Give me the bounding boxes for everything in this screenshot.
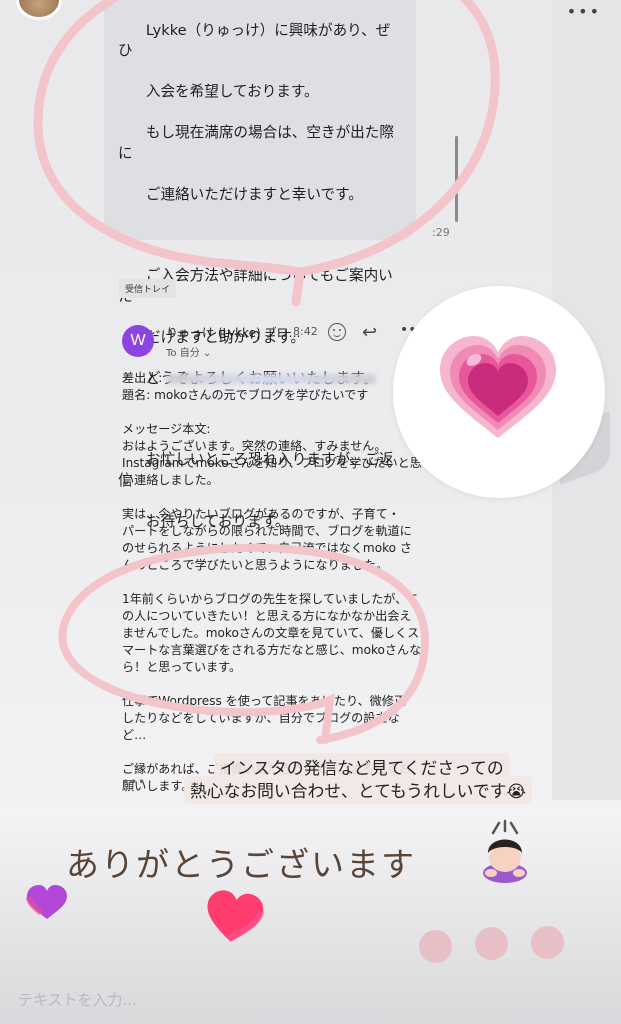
decor-dot — [419, 930, 452, 963]
message-input[interactable] — [18, 988, 578, 1012]
body-line: マートな言葉選びをされる方だなと感じ、mokoさんな — [122, 643, 422, 657]
recipient-toggle[interactable]: To 自分 ⌄ — [166, 344, 211, 359]
body-label: メッセージ本文: — [122, 422, 211, 436]
decor-dot — [531, 926, 564, 959]
bowing-person-icon — [483, 819, 527, 883]
bubble-paragraph-1: Lykke（りゅっけ）に興味があり、ぜひ 入会を希望しております。 もし現在満席… — [118, 21, 394, 203]
body-line: んのところで学びたいと思うようになりました。 — [122, 558, 389, 572]
body-line: ど… — [122, 728, 147, 742]
body-line: 仕事でWordpress を使って記事をあげたり、微修正 — [122, 694, 406, 708]
body-line: の人についていきたい！と思える方になかなか出会え — [122, 609, 412, 623]
scroll-indicator — [455, 136, 458, 222]
caption-line-2: 熱心なお問い合わせ、とてもうれしいです😭 — [184, 776, 533, 804]
heart-sticker[interactable] — [393, 286, 605, 498]
body-line: ませんでした。mokoさんの文章を見ていて、優しくス — [122, 626, 420, 640]
quoted-message-bubble: Lykke（りゅっけ）に興味があり、ぜひ 入会を希望しております。 もし現在満席… — [104, 0, 416, 530]
sender-name: りゅっけ (Lykke) ブロ… — [166, 326, 301, 340]
reply-icon[interactable]: ↩ — [362, 322, 377, 343]
body-line: パートをしながらの限られた時間で、ブログを軌道に — [122, 524, 412, 538]
heart-icon — [26, 885, 67, 919]
heart-icon — [207, 890, 265, 943]
body-line: Instagramでmokoさんを知り、ブログを学びたいと思 — [122, 456, 422, 470]
body-line: い連絡しました。 — [122, 473, 219, 487]
body-line: 実は、今やりたいブログがあるのですが、子育て・ — [122, 507, 400, 521]
from-line: 差出人: — [122, 370, 422, 387]
body-line: したりなどをしていますが、自分でブログの設立な — [122, 711, 400, 725]
thanks-text: ありがとうございます — [66, 845, 416, 884]
body-line: おはようございます。突然の連絡、すみません。 — [122, 439, 387, 453]
body-line: ら！と思っています。 — [122, 660, 242, 674]
redacted-sender — [166, 373, 377, 384]
story-canvas: ••• Lykke（りゅっけ）に興味があり、ぜひ 入会を希望しております。 もし… — [0, 0, 621, 1024]
mail-time: 8:42 — [293, 325, 318, 338]
subject-line: 題名: mokoさんの元でブログを学びたいです — [122, 388, 369, 402]
inbox-label[interactable]: 受信トレイ — [119, 279, 177, 298]
bubble-timestamp: :29 — [432, 226, 450, 239]
decor-dot — [475, 927, 508, 960]
show-trimmed-icon[interactable]: ••• — [122, 775, 146, 789]
more-options-icon[interactable]: ••• — [567, 2, 601, 21]
body-line: のせられるようにしたくて、自己流ではなくmoko さ — [122, 541, 412, 555]
body-line: 1年前くらいからブログの先生を探していましたが、こ — [122, 592, 420, 606]
emoji-reaction-icon[interactable] — [328, 323, 346, 341]
sender-avatar[interactable]: W — [122, 325, 154, 357]
mail-body: 差出人: 題名: mokoさんの元でブログを学びたいです メッセージ本文: おは… — [122, 370, 422, 795]
profile-avatar[interactable] — [16, 0, 62, 20]
